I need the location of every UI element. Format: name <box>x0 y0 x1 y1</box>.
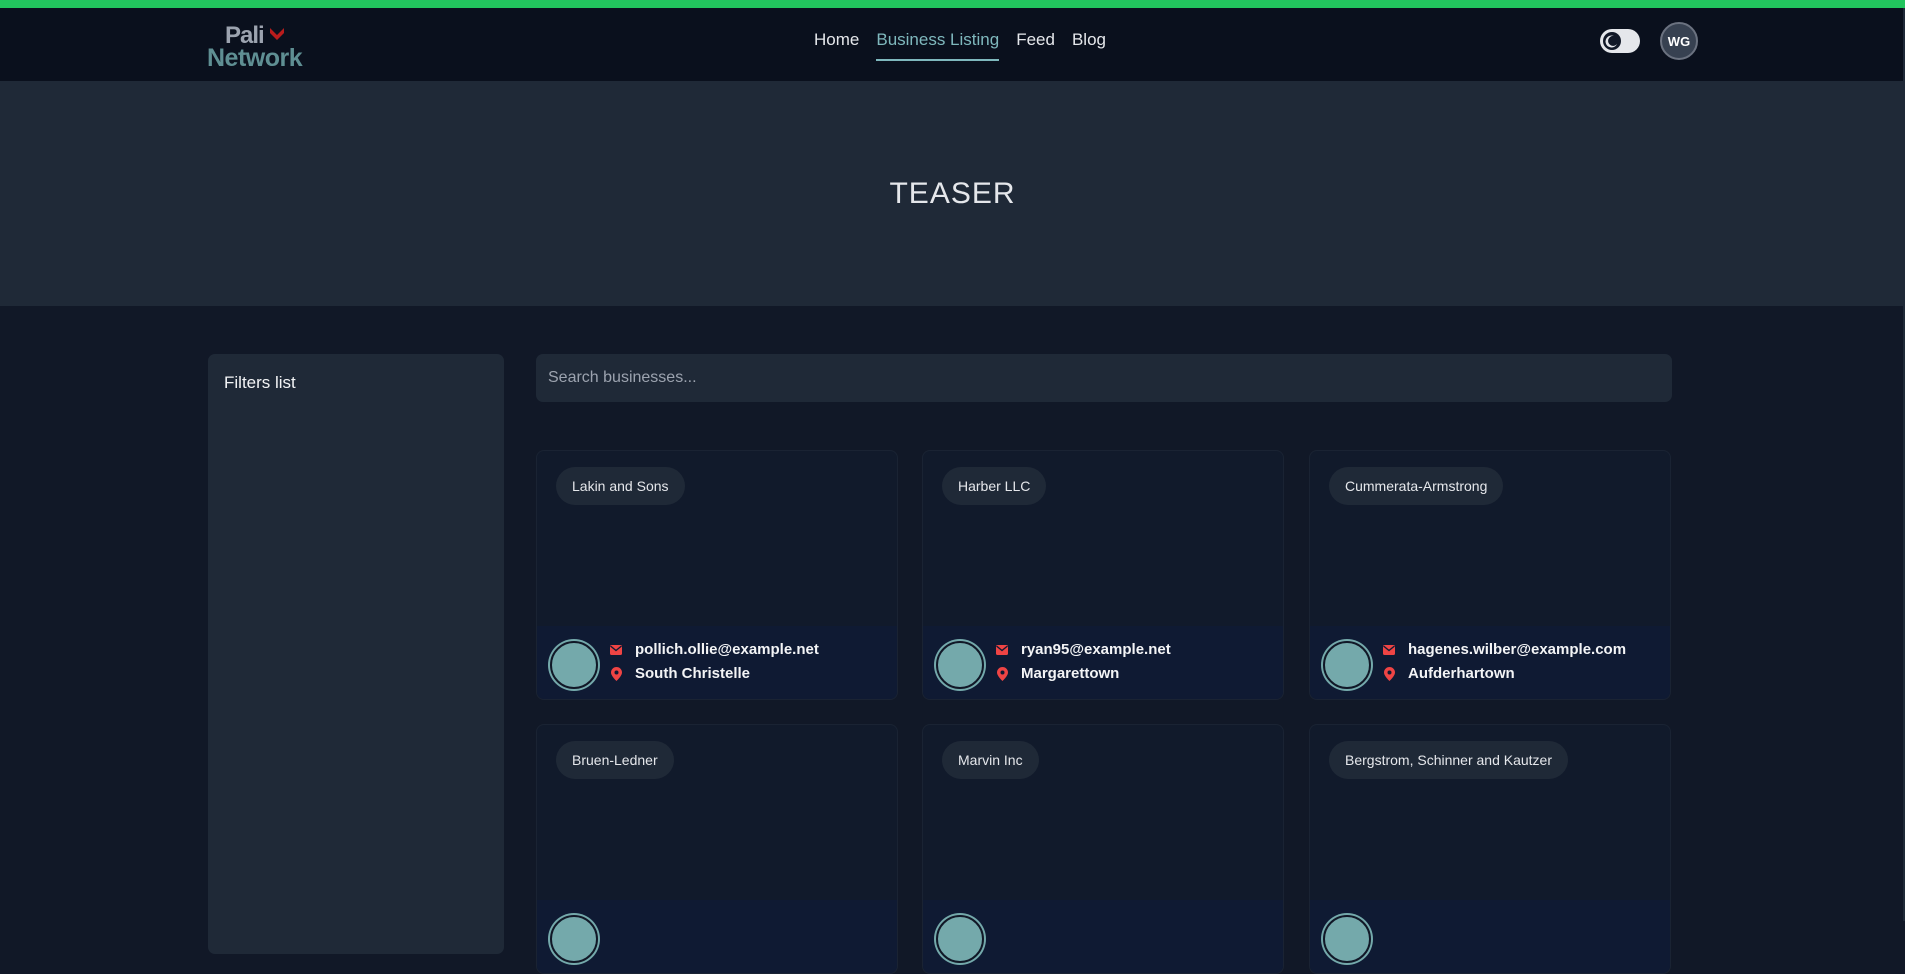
location-row: South Christelle <box>609 665 750 682</box>
moon-icon <box>1605 35 1617 48</box>
business-name: Bruen-Ledner <box>556 741 674 779</box>
card-footer <box>923 900 1283 973</box>
business-location: Margarettown <box>1021 665 1120 682</box>
theme-toggle[interactable] <box>1600 29 1640 53</box>
business-logo <box>936 915 984 963</box>
business-name: Cummerata-Armstrong <box>1329 467 1504 505</box>
location-pin-icon <box>995 666 1009 681</box>
business-card[interactable]: Bruen-Ledner <box>536 724 898 974</box>
business-email[interactable]: hagenes.wilber@example.com <box>1408 641 1626 658</box>
envelope-icon <box>609 643 623 657</box>
page-title: TEASER <box>889 177 1016 210</box>
nav-feed[interactable]: Feed <box>1016 30 1055 61</box>
card-footer: hagenes.wilber@example.com Aufderhartown <box>1310 626 1670 699</box>
navbar: Pali Network Home Business Listing Feed … <box>0 8 1905 82</box>
business-logo <box>936 641 984 689</box>
envelope-icon <box>995 643 1009 657</box>
card-footer <box>537 900 897 973</box>
business-name: Marvin Inc <box>942 741 1039 779</box>
nav-blog[interactable]: Blog <box>1072 30 1106 61</box>
search-input[interactable] <box>536 354 1672 402</box>
envelope-icon <box>1382 643 1396 657</box>
business-logo <box>1323 915 1371 963</box>
filters-title: Filters list <box>224 373 296 392</box>
logo-mark-icon <box>270 28 284 40</box>
location-row: Aufderhartown <box>1382 665 1515 682</box>
logo-text-line2: Network <box>207 44 303 72</box>
business-name: Lakin and Sons <box>556 467 685 505</box>
business-name: Harber LLC <box>942 467 1047 505</box>
top-accent-bar <box>0 0 1905 8</box>
business-logo <box>1323 641 1371 689</box>
business-logo <box>550 915 598 963</box>
business-location: South Christelle <box>635 665 751 682</box>
business-card[interactable]: Lakin and Sons pollich.ollie@example.net… <box>536 450 898 700</box>
business-name: Bergstrom, Schinner and Kautzer <box>1329 741 1568 779</box>
location-pin-icon <box>609 666 623 681</box>
card-footer: pollich.ollie@example.net South Christel… <box>537 626 897 699</box>
email-row: pollich.ollie@example.net <box>609 641 819 658</box>
business-location: Aufderhartown <box>1408 665 1515 682</box>
nav-business-listing[interactable]: Business Listing <box>876 30 1000 61</box>
hero-banner: TEASER <box>0 82 1905 306</box>
business-email[interactable]: ryan95@example.net <box>1021 641 1171 658</box>
business-card[interactable]: Marvin Inc <box>922 724 1284 974</box>
location-row: Margarettown <box>995 665 1119 682</box>
business-logo <box>550 641 598 689</box>
location-pin-icon <box>1382 666 1396 681</box>
filters-panel: Filters list <box>208 354 504 954</box>
nav-home[interactable]: Home <box>814 30 859 61</box>
business-card[interactable]: Cummerata-Armstrong hagenes.wilber@examp… <box>1309 450 1671 700</box>
site-logo[interactable]: Pali Network <box>207 22 317 72</box>
email-row: ryan95@example.net <box>995 641 1171 658</box>
main-menu: Home Business Listing Feed Blog <box>814 30 1106 61</box>
business-email[interactable]: pollich.ollie@example.net <box>635 641 819 658</box>
card-footer <box>1310 900 1670 973</box>
user-avatar[interactable]: WG <box>1660 22 1698 60</box>
card-footer: ryan95@example.net Margarettown <box>923 626 1283 699</box>
email-row: hagenes.wilber@example.com <box>1382 641 1626 658</box>
business-card[interactable]: Bergstrom, Schinner and Kautzer <box>1309 724 1671 974</box>
business-card[interactable]: Harber LLC ryan95@example.net Margaretto… <box>922 450 1284 700</box>
